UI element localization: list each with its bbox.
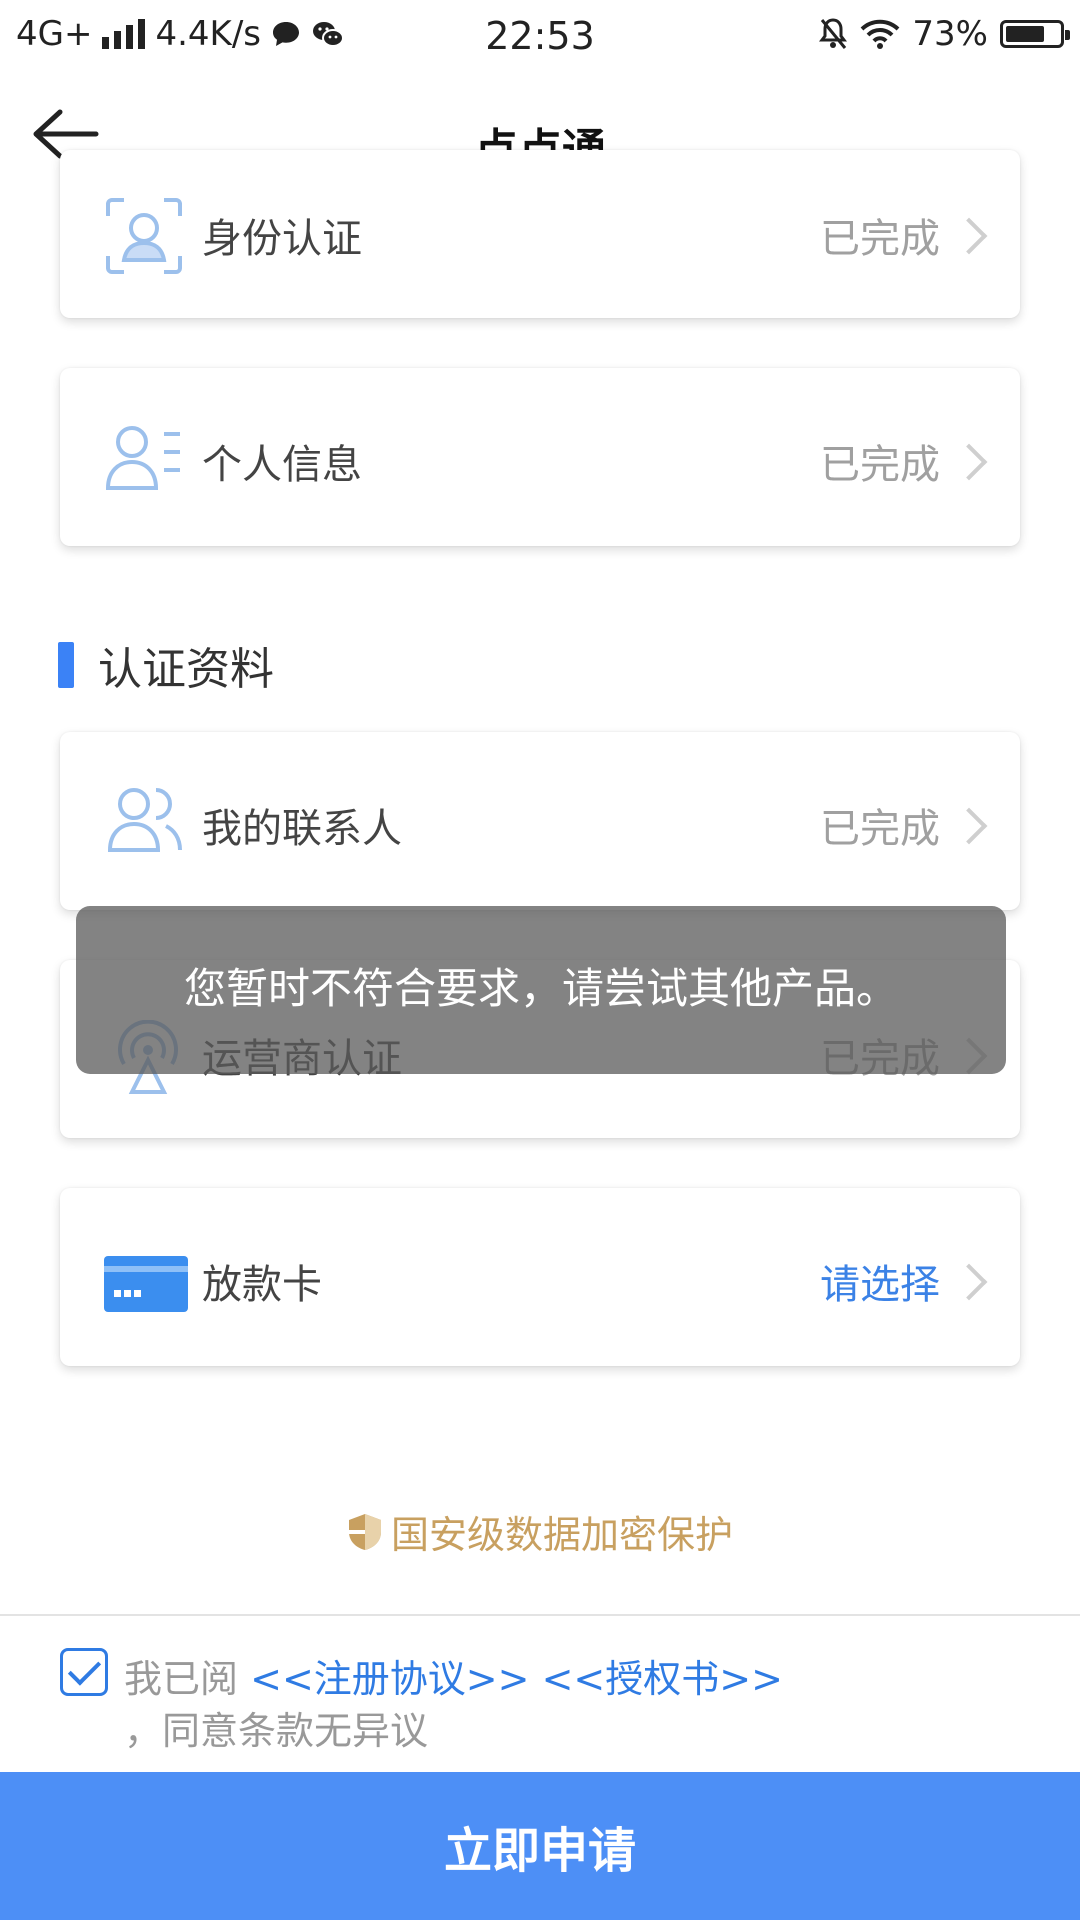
battery-fill (1006, 26, 1044, 42)
status-right: 73% (818, 14, 1070, 54)
card-label: 我的联系人 (202, 806, 402, 852)
battery-percent: 73% (912, 14, 988, 54)
security-text: 国安级数据加密保护 (390, 1513, 733, 1557)
card-label: 放款卡 (202, 1262, 322, 1308)
wifi-icon (861, 19, 900, 49)
status-bar: 4G+ 4.4K/s 22:53 73% (0, 0, 1080, 76)
chevron-right-icon (950, 807, 988, 845)
security-notice: 国安级数据加密保护 (0, 1504, 1080, 1559)
section-title-text: 认证资料 (98, 644, 274, 695)
chevron-right-icon (950, 217, 988, 255)
chevron-right-icon (950, 1263, 988, 1301)
face-id-icon (106, 198, 182, 274)
card-label: 个人信息 (202, 442, 362, 488)
card-contacts[interactable]: 我的联系人 已完成 (60, 732, 1020, 910)
shield-icon (348, 1513, 381, 1550)
card-icon (104, 1256, 188, 1312)
agreement-prefix: 我已阅 (124, 1657, 239, 1701)
card-identity-auth[interactable]: 身份认证 已完成 (60, 150, 1020, 318)
card-payout-card[interactable]: 放款卡 请选择 (60, 1188, 1020, 1366)
card-status: 已完成 (820, 216, 940, 262)
toast-message: 您暂时不符合要求，请尝试其他产品。 (76, 906, 1006, 1074)
apply-button[interactable]: 立即申请 (0, 1772, 1080, 1920)
card-personal-info[interactable]: 个人信息 已完成 (60, 368, 1020, 546)
register-agreement-link[interactable]: <<注册协议>> (250, 1657, 529, 1701)
card-status: 请选择 (820, 1262, 940, 1308)
agreement-line1: 我已阅 <<注册协议>> <<授权书>> (124, 1648, 783, 1703)
card-status: 已完成 (820, 806, 940, 852)
section-accent-bar (58, 642, 74, 688)
agree-checkbox[interactable] (60, 1648, 108, 1696)
card-status: 已完成 (820, 442, 940, 488)
contacts-icon (107, 788, 182, 852)
battery-icon (1000, 20, 1070, 48)
person-list-icon (105, 426, 180, 490)
chevron-right-icon (950, 443, 988, 481)
card-label: 身份认证 (202, 216, 362, 262)
agreement-suffix: ，同意条款无异议 (124, 1709, 429, 1753)
divider (0, 1614, 1080, 1616)
mute-bell-icon (819, 18, 848, 49)
section-title: 认证资料 (58, 640, 274, 695)
authorization-link[interactable]: <<授权书>> (542, 1657, 783, 1701)
